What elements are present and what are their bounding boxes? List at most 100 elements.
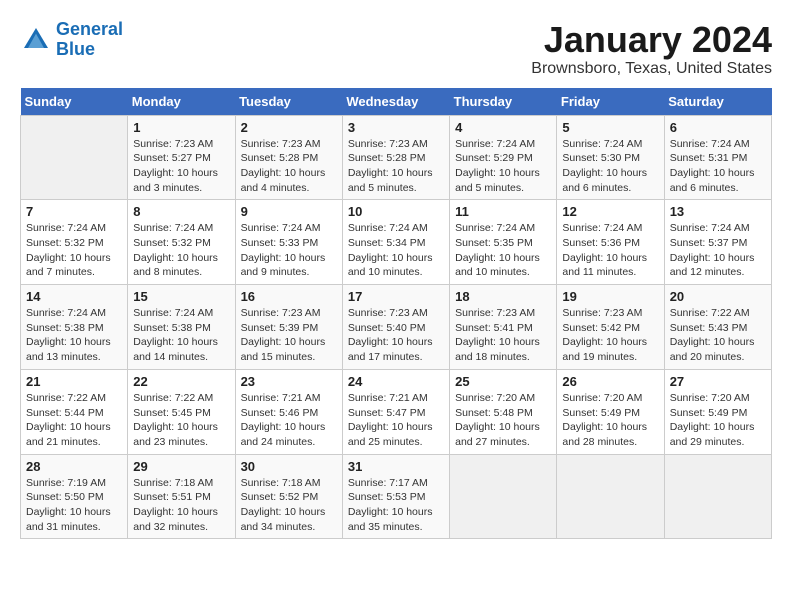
- calendar-cell: 6 Sunrise: 7:24 AM Sunset: 5:31 PM Daylig…: [664, 115, 771, 200]
- cell-info: Sunrise: 7:18 AM Sunset: 5:52 PM Dayligh…: [241, 476, 337, 535]
- calendar-cell: 21 Sunrise: 7:22 AM Sunset: 5:44 PM Dayli…: [21, 369, 128, 454]
- day-number: 18: [455, 289, 551, 304]
- day-number: 9: [241, 204, 337, 219]
- day-number: 26: [562, 374, 658, 389]
- day-header-monday: Monday: [128, 88, 235, 116]
- cell-info: Sunrise: 7:24 AM Sunset: 5:37 PM Dayligh…: [670, 221, 766, 280]
- day-number: 8: [133, 204, 229, 219]
- calendar-cell: 8 Sunrise: 7:24 AM Sunset: 5:32 PM Daylig…: [128, 200, 235, 285]
- cell-info: Sunrise: 7:24 AM Sunset: 5:36 PM Dayligh…: [562, 221, 658, 280]
- calendar-cell: 14Sunrise: 7:24 AM Sunset: 5:38 PM Dayli…: [21, 285, 128, 370]
- day-number: 19: [562, 289, 658, 304]
- day-header-wednesday: Wednesday: [342, 88, 449, 116]
- day-number: 27: [670, 374, 766, 389]
- calendar-cell: 28Sunrise: 7:19 AM Sunset: 5:50 PM Dayli…: [21, 454, 128, 539]
- day-number: 29: [133, 459, 229, 474]
- day-header-tuesday: Tuesday: [235, 88, 342, 116]
- day-number: 2: [241, 120, 337, 135]
- calendar-cell: 22Sunrise: 7:22 AM Sunset: 5:45 PM Dayli…: [128, 369, 235, 454]
- calendar-cell: 19 Sunrise: 7:23 AM Sunset: 5:42 PM Dayli…: [557, 285, 664, 370]
- logo-icon: [20, 24, 52, 56]
- cell-info: Sunrise: 7:22 AM Sunset: 5:44 PM Dayligh…: [26, 391, 122, 450]
- day-number: 6: [670, 120, 766, 135]
- day-number: 30: [241, 459, 337, 474]
- day-number: 23: [241, 374, 337, 389]
- calendar-week-row: 28Sunrise: 7:19 AM Sunset: 5:50 PM Dayli…: [21, 454, 772, 539]
- day-header-saturday: Saturday: [664, 88, 771, 116]
- day-number: 5: [562, 120, 658, 135]
- cell-info: Sunrise: 7:23 AM Sunset: 5:40 PM Dayligh…: [348, 306, 444, 365]
- cell-info: Sunrise: 7:24 AM Sunset: 5:32 PM Dayligh…: [133, 221, 229, 280]
- cell-info: Sunrise: 7:24 AM Sunset: 5:38 PM Dayligh…: [26, 306, 122, 365]
- calendar-cell: 20Sunrise: 7:22 AM Sunset: 5:43 PM Dayli…: [664, 285, 771, 370]
- day-number: 22: [133, 374, 229, 389]
- cell-info: Sunrise: 7:24 AM Sunset: 5:35 PM Dayligh…: [455, 221, 551, 280]
- day-number: 3: [348, 120, 444, 135]
- day-number: 1: [133, 120, 229, 135]
- cell-info: Sunrise: 7:20 AM Sunset: 5:49 PM Dayligh…: [562, 391, 658, 450]
- calendar-cell: 7 Sunrise: 7:24 AM Sunset: 5:32 PM Daylig…: [21, 200, 128, 285]
- day-header-sunday: Sunday: [21, 88, 128, 116]
- day-number: 25: [455, 374, 551, 389]
- logo-text: General Blue: [56, 20, 123, 60]
- calendar-cell: 4 Sunrise: 7:24 AM Sunset: 5:29 PM Daylig…: [450, 115, 557, 200]
- day-number: 4: [455, 120, 551, 135]
- calendar-cell: [557, 454, 664, 539]
- cell-info: Sunrise: 7:20 AM Sunset: 5:48 PM Dayligh…: [455, 391, 551, 450]
- calendar-cell: 18 Sunrise: 7:23 AM Sunset: 5:41 PM Dayli…: [450, 285, 557, 370]
- title-block: January 2024 Brownsboro, Texas, United S…: [531, 20, 772, 78]
- day-number: 31: [348, 459, 444, 474]
- calendar-cell: 1 Sunrise: 7:23 AM Sunset: 5:27 PM Daylig…: [128, 115, 235, 200]
- cell-info: Sunrise: 7:24 AM Sunset: 5:29 PM Dayligh…: [455, 137, 551, 196]
- day-number: 28: [26, 459, 122, 474]
- calendar-cell: 13 Sunrise: 7:24 AM Sunset: 5:37 PM Dayli…: [664, 200, 771, 285]
- calendar-cell: [664, 454, 771, 539]
- cell-info: Sunrise: 7:24 AM Sunset: 5:32 PM Dayligh…: [26, 221, 122, 280]
- calendar-week-row: 21 Sunrise: 7:22 AM Sunset: 5:44 PM Dayli…: [21, 369, 772, 454]
- calendar-header-row: SundayMondayTuesdayWednesdayThursdayFrid…: [21, 88, 772, 116]
- day-number: 13: [670, 204, 766, 219]
- day-number: 24: [348, 374, 444, 389]
- day-number: 11: [455, 204, 551, 219]
- day-header-thursday: Thursday: [450, 88, 557, 116]
- day-number: 7: [26, 204, 122, 219]
- day-number: 21: [26, 374, 122, 389]
- cell-info: Sunrise: 7:24 AM Sunset: 5:31 PM Dayligh…: [670, 137, 766, 196]
- calendar-cell: 25 Sunrise: 7:20 AM Sunset: 5:48 PM Dayli…: [450, 369, 557, 454]
- calendar-cell: 11 Sunrise: 7:24 AM Sunset: 5:35 PM Dayli…: [450, 200, 557, 285]
- location: Brownsboro, Texas, United States: [531, 60, 772, 78]
- day-number: 12: [562, 204, 658, 219]
- day-number: 20: [670, 289, 766, 304]
- calendar-week-row: 14Sunrise: 7:24 AM Sunset: 5:38 PM Dayli…: [21, 285, 772, 370]
- day-number: 17: [348, 289, 444, 304]
- cell-info: Sunrise: 7:21 AM Sunset: 5:47 PM Dayligh…: [348, 391, 444, 450]
- calendar-cell: [21, 115, 128, 200]
- calendar-cell: 3 Sunrise: 7:23 AM Sunset: 5:28 PM Daylig…: [342, 115, 449, 200]
- cell-info: Sunrise: 7:23 AM Sunset: 5:42 PM Dayligh…: [562, 306, 658, 365]
- month-title: January 2024: [531, 20, 772, 60]
- cell-info: Sunrise: 7:24 AM Sunset: 5:34 PM Dayligh…: [348, 221, 444, 280]
- cell-info: Sunrise: 7:24 AM Sunset: 5:33 PM Dayligh…: [241, 221, 337, 280]
- day-number: 16: [241, 289, 337, 304]
- calendar-cell: 17 Sunrise: 7:23 AM Sunset: 5:40 PM Dayli…: [342, 285, 449, 370]
- calendar-cell: 5 Sunrise: 7:24 AM Sunset: 5:30 PM Daylig…: [557, 115, 664, 200]
- calendar-week-row: 7 Sunrise: 7:24 AM Sunset: 5:32 PM Daylig…: [21, 200, 772, 285]
- calendar-cell: 27Sunrise: 7:20 AM Sunset: 5:49 PM Dayli…: [664, 369, 771, 454]
- calendar-cell: [450, 454, 557, 539]
- calendar-week-row: 1 Sunrise: 7:23 AM Sunset: 5:27 PM Daylig…: [21, 115, 772, 200]
- day-number: 15: [133, 289, 229, 304]
- cell-info: Sunrise: 7:23 AM Sunset: 5:41 PM Dayligh…: [455, 306, 551, 365]
- calendar-cell: 31Sunrise: 7:17 AM Sunset: 5:53 PM Dayli…: [342, 454, 449, 539]
- cell-info: Sunrise: 7:23 AM Sunset: 5:27 PM Dayligh…: [133, 137, 229, 196]
- calendar-cell: 30 Sunrise: 7:18 AM Sunset: 5:52 PM Dayli…: [235, 454, 342, 539]
- cell-info: Sunrise: 7:24 AM Sunset: 5:30 PM Dayligh…: [562, 137, 658, 196]
- calendar-cell: 29Sunrise: 7:18 AM Sunset: 5:51 PM Dayli…: [128, 454, 235, 539]
- calendar-cell: 15Sunrise: 7:24 AM Sunset: 5:38 PM Dayli…: [128, 285, 235, 370]
- cell-info: Sunrise: 7:23 AM Sunset: 5:28 PM Dayligh…: [348, 137, 444, 196]
- day-header-friday: Friday: [557, 88, 664, 116]
- calendar-cell: 9 Sunrise: 7:24 AM Sunset: 5:33 PM Daylig…: [235, 200, 342, 285]
- calendar-cell: 24 Sunrise: 7:21 AM Sunset: 5:47 PM Dayli…: [342, 369, 449, 454]
- day-number: 10: [348, 204, 444, 219]
- cell-info: Sunrise: 7:23 AM Sunset: 5:28 PM Dayligh…: [241, 137, 337, 196]
- calendar-cell: 26 Sunrise: 7:20 AM Sunset: 5:49 PM Dayli…: [557, 369, 664, 454]
